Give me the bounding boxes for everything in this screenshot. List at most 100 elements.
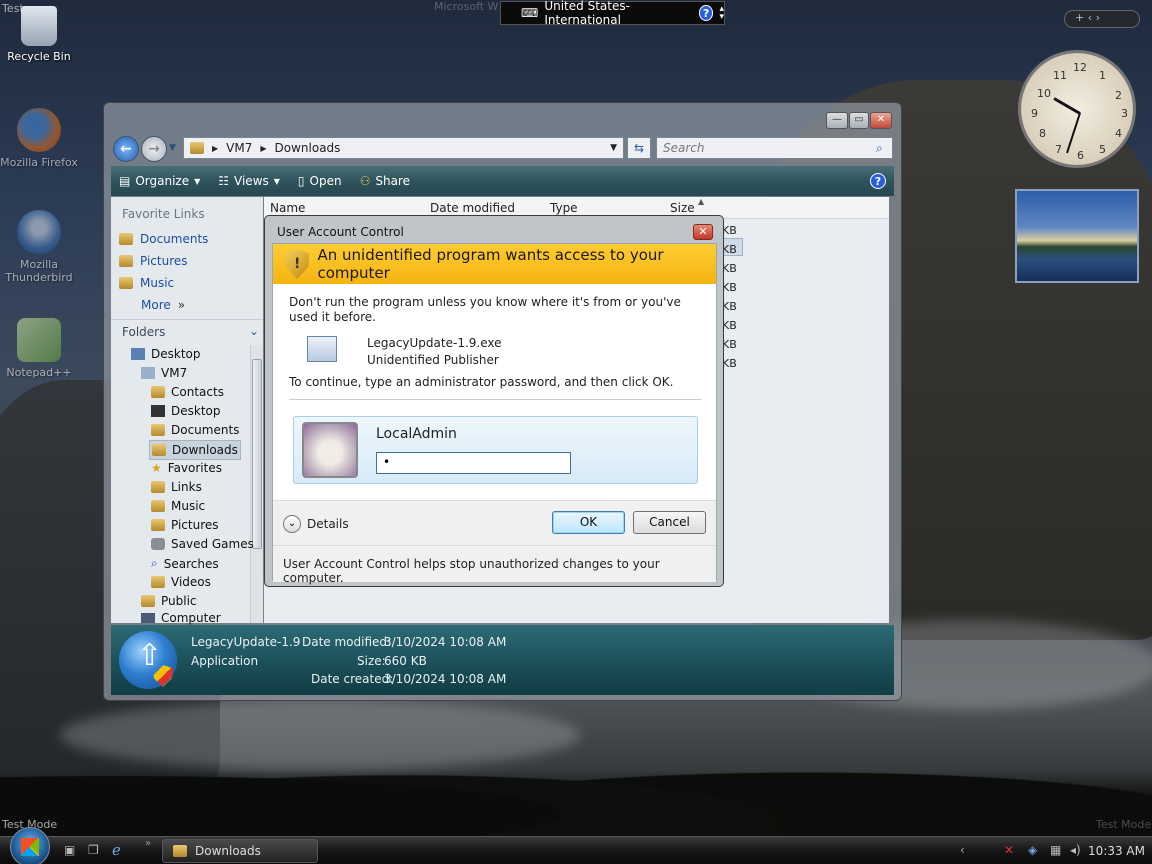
column-size[interactable]: Size	[670, 201, 695, 215]
tree-item-videos[interactable]: Videos	[151, 575, 211, 589]
tree-item-downloads[interactable]: Downloads	[149, 440, 241, 460]
links-icon	[151, 481, 165, 493]
test-mode-label-right: Test Mode	[1096, 818, 1152, 831]
folder-icon	[190, 142, 204, 154]
size-cell: KB	[722, 357, 737, 370]
favorite-link-more[interactable]: More »	[141, 298, 185, 312]
security-alert-icon[interactable]: ✕	[1004, 843, 1014, 857]
breadcrumb-downloads[interactable]: Downloads	[275, 141, 341, 155]
open-button[interactable]: ▯ Open	[298, 174, 342, 188]
close-button[interactable]: ✕	[870, 112, 892, 129]
breadcrumb-vm7[interactable]: VM7	[226, 141, 252, 155]
desktop-icon-firefox[interactable]: Mozilla Firefox	[0, 108, 78, 169]
tree-scrollbar[interactable]	[250, 345, 263, 623]
tree-item-label: Searches	[163, 556, 219, 571]
tree-item-desktop-sub[interactable]: Desktop	[151, 404, 221, 418]
uac-shield-icon	[153, 665, 173, 687]
details-file-type: Application	[191, 654, 259, 668]
scrollbar-thumb[interactable]	[252, 359, 262, 549]
program-name: LegacyUpdate-1.9.exe	[367, 336, 502, 350]
clock-number-5: 5	[1099, 143, 1106, 156]
network-icon[interactable]: ▦	[1050, 843, 1061, 857]
column-name[interactable]: Name	[270, 201, 305, 215]
clock-hour-hand	[1053, 97, 1081, 115]
desktop-icon-recycle-bin[interactable]: Recycle Bin	[0, 6, 78, 63]
favorite-link-documents[interactable]: Documents	[119, 232, 208, 246]
views-button[interactable]: ☷ Views ▼	[218, 174, 280, 188]
address-dropdown-icon[interactable]: ▼	[610, 143, 617, 153]
organize-button[interactable]: ▤ Organize ▼	[119, 174, 200, 188]
clock-number-12: 12	[1073, 61, 1087, 74]
folders-header[interactable]: Folders ⌄	[111, 319, 263, 341]
clock-minute-hand	[1066, 112, 1081, 154]
gadget-sidebar-controls[interactable]: + ‹ ›	[1064, 10, 1140, 28]
credential-tile[interactable]: LocalAdmin •	[293, 416, 698, 484]
search-icon[interactable]: ⌕	[876, 141, 883, 156]
tree-item-public[interactable]: Public	[141, 594, 197, 608]
column-type[interactable]: Type	[550, 201, 578, 215]
firefox-icon	[17, 108, 61, 152]
tree-item-searches[interactable]: ⌕ Searches	[151, 556, 219, 571]
tree-item-music[interactable]: Music	[151, 499, 205, 513]
uac-close-button[interactable]: ✕	[693, 224, 713, 240]
uac-instruction: To continue, type an administrator passw…	[289, 375, 674, 389]
ok-button[interactable]: OK	[552, 511, 625, 534]
internet-explorer-icon[interactable]: ℯ	[112, 841, 121, 859]
search-input[interactable]: Search	[656, 137, 893, 159]
favorite-link-label: Pictures	[140, 254, 188, 268]
divider	[289, 399, 701, 400]
switch-windows-icon[interactable]: ❐	[88, 843, 99, 857]
desktop-icon	[151, 405, 165, 417]
minimize-button[interactable]: —	[826, 112, 848, 129]
desktop-icon-thunderbird[interactable]: Mozilla Thunderbird	[0, 210, 78, 284]
tray-chevron-icon[interactable]: ‹	[960, 843, 965, 857]
language-bar[interactable]: ⌨ United States-International ? ▴ ▾	[500, 0, 725, 27]
taskbar-button-downloads[interactable]: Downloads	[162, 839, 318, 863]
tree-item-favorites[interactable]: ★ Favorites	[151, 461, 222, 475]
taskbar-clock[interactable]: 10:33 AM	[1088, 844, 1145, 858]
favorite-link-pictures[interactable]: Pictures	[119, 254, 188, 268]
start-button[interactable]	[10, 827, 50, 864]
slideshow-gadget[interactable]	[1015, 189, 1139, 283]
back-button[interactable]: ←	[113, 136, 139, 162]
column-date-modified[interactable]: Date modified	[430, 201, 515, 215]
volume-icon[interactable]: ◂)	[1070, 843, 1081, 857]
maximize-button[interactable]: ▭	[849, 112, 869, 129]
tree-item-saved-games[interactable]: Saved Games	[151, 537, 254, 551]
favorite-link-label: More	[141, 298, 171, 312]
language-bar-options-icon[interactable]: ▴ ▾	[719, 5, 724, 22]
favorite-link-music[interactable]: Music	[119, 276, 174, 290]
cancel-button[interactable]: Cancel	[633, 511, 706, 534]
tree-item-desktop[interactable]: Desktop	[131, 347, 201, 361]
password-field[interactable]: •	[376, 452, 571, 474]
details-expand-icon[interactable]: ⌄	[283, 515, 301, 533]
show-desktop-icon[interactable]: ▣	[64, 843, 75, 857]
recycle-bin-icon	[21, 6, 57, 46]
forward-button[interactable]: →	[141, 136, 167, 162]
tree-item-pictures[interactable]: Pictures	[151, 518, 219, 532]
address-bar[interactable]: ▶ VM7 ▶ Downloads ▼	[183, 137, 624, 159]
recent-pages-dropdown[interactable]: ▼	[169, 143, 176, 153]
share-button[interactable]: ⚇ Share	[360, 174, 410, 188]
clock-number-8: 8	[1039, 127, 1046, 140]
desktop-icon-notepad-plus-plus[interactable]: Notepad++	[0, 318, 78, 379]
tree-item-computer[interactable]: Computer	[141, 611, 221, 625]
clock-number-3: 3	[1121, 107, 1128, 120]
refresh-button[interactable]: ⇆	[627, 137, 651, 159]
tree-item-links[interactable]: Links	[151, 480, 202, 494]
help-icon[interactable]: ?	[870, 173, 886, 189]
tree-item-vm7[interactable]: VM7	[141, 366, 187, 380]
open-icon: ▯	[297, 174, 305, 188]
tree-item-documents[interactable]: Documents	[151, 423, 239, 437]
details-size-label: Size:	[357, 654, 386, 668]
tray-app-icon[interactable]: ◈	[1028, 843, 1037, 857]
notepad-plus-plus-icon	[17, 318, 61, 362]
help-icon[interactable]: ?	[698, 5, 714, 21]
tree-item-label: Public	[161, 594, 197, 608]
breadcrumb-separator-icon: ▶	[260, 143, 267, 153]
tree-item-contacts[interactable]: Contacts	[151, 385, 224, 399]
details-toggle[interactable]: Details	[307, 517, 349, 531]
quick-launch-more-icon[interactable]: »	[145, 838, 151, 849]
folder-icon	[173, 845, 187, 857]
tree-item-label: Pictures	[171, 518, 219, 532]
